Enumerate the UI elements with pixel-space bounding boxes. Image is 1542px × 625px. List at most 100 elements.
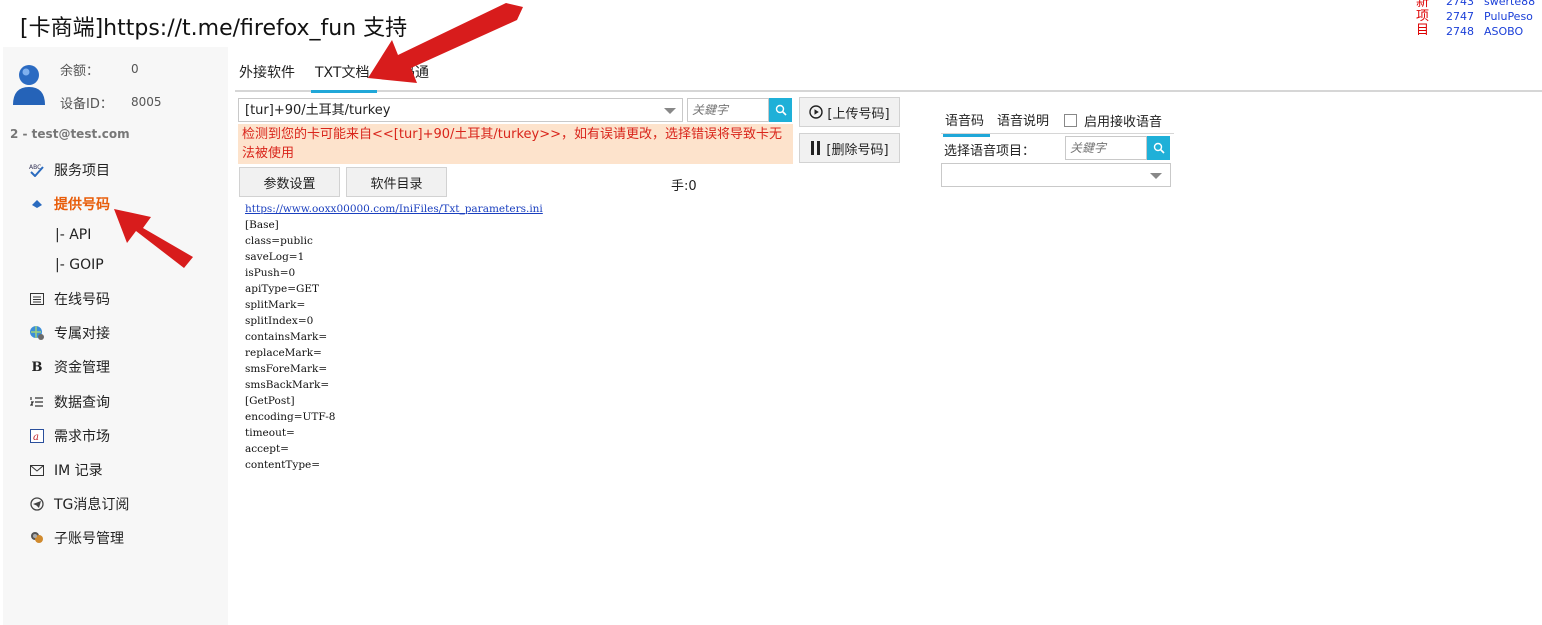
annotation-overlay	[114, 3, 523, 268]
code-line: [GetPost]	[245, 395, 295, 407]
country-warning: 检测到您的卡可能来自<<[tur]+90/土耳其/turkey>>，如有误请更改…	[238, 124, 793, 164]
play-circle-icon	[809, 105, 824, 119]
main-tabs: 外接软件 TXT文档 一码通	[235, 58, 1542, 93]
balance-value: 0	[131, 62, 139, 76]
param-settings-button[interactable]: 参数设置	[239, 167, 340, 197]
device-id-label: 设备ID：	[60, 97, 113, 112]
diamond-icon	[28, 196, 46, 212]
new-project-id: 2747	[1446, 10, 1474, 23]
upload-numbers-button[interactable]: [上传号码]	[799, 97, 900, 127]
sidebar-item-label: IM 记录	[54, 463, 103, 479]
chevron-down-icon	[664, 108, 676, 114]
new-project-id: 2748	[1446, 25, 1474, 38]
code-line: splitIndex=0	[245, 315, 314, 327]
voice-project-label: 选择语音项目：	[944, 144, 1036, 159]
svg-text:a: a	[33, 432, 39, 443]
tab-one-code[interactable]: 一码通	[387, 62, 429, 90]
sidebar-item-dedicated-connect[interactable]: 专属对接	[28, 322, 110, 344]
voice-project-select[interactable]	[941, 163, 1171, 187]
code-line: smsBackMark=	[245, 379, 330, 391]
new-project-item[interactable]: 2748 ASOBO	[1446, 24, 1535, 39]
code-line: containsMark=	[245, 331, 328, 343]
sidebar-item-label: 提供号码	[54, 197, 110, 213]
upload-numbers-label: [上传号码]	[827, 106, 890, 122]
voice-search-button[interactable]	[1147, 136, 1170, 160]
enable-voice-checkbox[interactable]: 启用接收语音	[1064, 111, 1162, 130]
search-icon	[1153, 142, 1165, 154]
delete-numbers-label: [删除号码]	[826, 142, 889, 158]
new-project-name: PuluPeso	[1484, 10, 1533, 23]
new-projects-label-char: 目	[1416, 23, 1430, 38]
code-line: class=public	[245, 235, 313, 247]
voice-keyword-input[interactable]	[1065, 136, 1147, 160]
code-line: smsForeMark=	[245, 363, 328, 375]
code-line: [Base]	[245, 219, 279, 231]
code-line: timeout=	[245, 427, 295, 439]
telegram-icon	[28, 496, 46, 512]
sidebar-item-service-projects[interactable]: ABC 服务项目	[28, 159, 110, 181]
code-line: contentType=	[245, 459, 321, 471]
country-select-value: [tur]+90/土耳其/turkey	[245, 103, 391, 118]
sidebar-item-tg-subscribe[interactable]: TG消息订阅	[28, 493, 129, 515]
sidebar-subitem-goip[interactable]: |- GOIP	[55, 257, 104, 273]
delete-numbers-button[interactable]: [删除号码]	[799, 133, 900, 163]
hand-count: 手:0	[671, 179, 697, 194]
sidebar-item-sub-accounts[interactable]: 子账号管理	[28, 527, 124, 549]
device-id-value: 8005	[131, 95, 162, 109]
account-label: 2 - test@test.com	[10, 127, 130, 141]
new-project-item[interactable]: 2747 PuluPeso	[1446, 9, 1535, 24]
sidebar-item-label: 在线号码	[54, 292, 110, 308]
sidebar-item-label: 专属对接	[54, 326, 110, 342]
tab-voice-description[interactable]: 语音说明	[997, 110, 1049, 134]
envelope-icon	[28, 462, 46, 478]
users-icon	[28, 530, 46, 546]
new-project-item[interactable]: 2743 swerte88	[1446, 0, 1535, 9]
enable-voice-label: 启用接收语音	[1084, 115, 1163, 130]
user-avatar-icon	[13, 65, 45, 105]
tab-txt-document[interactable]: TXT文档	[311, 62, 378, 93]
parameters-file-link[interactable]: https://www.ooxx00000.com/IniFiles/Txt_p…	[245, 203, 543, 215]
sidebar-item-label: 服务项目	[54, 163, 110, 179]
sidebar-subitem-api[interactable]: |- API	[55, 227, 91, 243]
code-line: replaceMark=	[245, 347, 322, 359]
tab-voice-code[interactable]: 语音码	[943, 110, 991, 137]
code-line: saveLog=1	[245, 251, 305, 263]
window-title: [卡商端]https://t.me/firefox_fun 支持	[20, 16, 408, 41]
code-line: encoding=UTF-8	[245, 411, 336, 423]
sidebar-item-im-records[interactable]: IM 记录	[28, 459, 103, 481]
sidebar-item-provide-numbers[interactable]: 提供号码	[28, 193, 110, 215]
sidebar-item-funds[interactable]: B 资金管理	[28, 356, 111, 378]
sidebar-item-label: TG消息订阅	[54, 497, 130, 513]
sidebar-item-label: 子账号管理	[54, 531, 124, 547]
country-select[interactable]: [tur]+90/土耳其/turkey	[238, 98, 683, 122]
numbered-list-icon	[28, 394, 46, 410]
code-line: isPush=0	[245, 267, 296, 279]
code-line: splitMark=	[245, 299, 306, 311]
keyword-search-input[interactable]	[687, 98, 769, 122]
new-project-name: swerte88	[1484, 0, 1536, 8]
new-projects-list: 2743 swerte88 2747 PuluPeso 2748 ASOBO	[1446, 0, 1535, 39]
sidebar-item-online-numbers[interactable]: 在线号码	[28, 288, 110, 310]
tab-external-software[interactable]: 外接软件	[239, 62, 295, 90]
globe-link-icon	[28, 325, 46, 341]
search-button[interactable]	[769, 98, 792, 122]
code-line: apiType=GET	[245, 283, 320, 295]
bold-b-icon: B	[31, 359, 43, 375]
abc-check-icon: ABC	[28, 162, 46, 178]
search-icon	[775, 104, 787, 116]
software-directory-button[interactable]: 软件目录	[346, 167, 447, 197]
list-box-icon	[28, 291, 46, 307]
balance-label: 余额：	[60, 64, 100, 79]
at-sign-icon: a	[28, 428, 46, 444]
sidebar-item-label: 需求市场	[54, 429, 110, 445]
code-line: accept=	[245, 443, 289, 455]
sidebar-item-data-query[interactable]: 数据查询	[28, 391, 110, 413]
pause-icon	[810, 140, 822, 156]
sidebar-item-label: 数据查询	[54, 395, 110, 411]
checkbox-box[interactable]	[1064, 114, 1077, 127]
sidebar-item-demand-market[interactable]: a 需求市场	[28, 425, 110, 447]
txt-parameters-content: https://www.ooxx00000.com/IniFiles/Txt_p…	[245, 201, 543, 473]
new-project-name: ASOBO	[1484, 25, 1524, 38]
voice-tabs: 语音码 语音说明 启用接收语音	[941, 106, 1174, 137]
sidebar: 余额： 0 设备ID： 8005 2 - test@test.com ABC 服…	[3, 47, 228, 625]
